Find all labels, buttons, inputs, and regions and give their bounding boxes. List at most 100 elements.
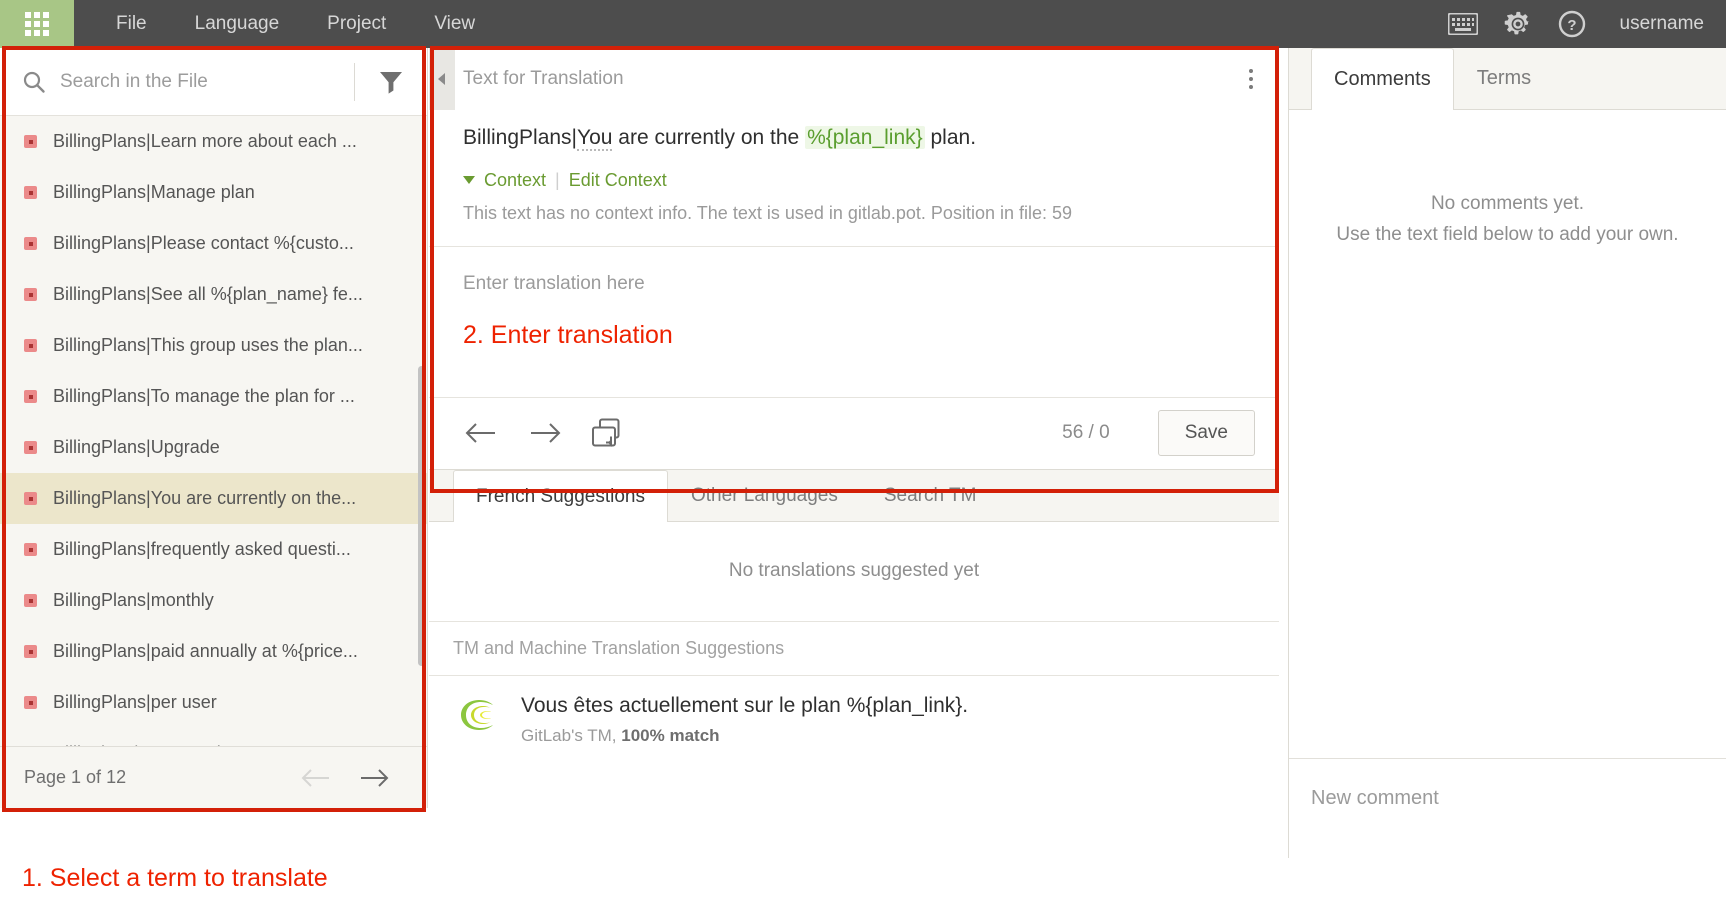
source-text-suffix: plan. (924, 126, 977, 149)
source-text: BillingPlans|You are currently on the %{… (429, 110, 1279, 154)
context-toggle-link[interactable]: Context (484, 170, 546, 191)
help-icon[interactable]: ? (1558, 10, 1586, 38)
term-list[interactable]: BillingPlans|Learn more about each ... B… (0, 116, 427, 746)
term-label: BillingPlans|This group uses the plan... (53, 335, 363, 355)
list-item[interactable]: BillingPlans|Upgrade (0, 422, 427, 473)
svg-text:?: ? (1567, 17, 1576, 34)
list-item[interactable]: BillingPlans|This group uses the plan... (0, 320, 427, 371)
list-item[interactable]: BillingPlans|frequently asked questi... (0, 524, 427, 575)
term-list-scrollbar[interactable] (418, 366, 425, 666)
menu-item-language[interactable]: Language (171, 0, 304, 48)
source-header: Text for Translation (429, 48, 1279, 110)
tab-french-suggestions[interactable]: French Suggestions (453, 469, 668, 522)
list-item-selected[interactable]: BillingPlans|You are currently on the... (0, 473, 427, 524)
source-text-block: Text for Translation BillingPlans|You ar… (429, 48, 1279, 247)
suggestions-empty-message: No translations suggested yet (429, 522, 1279, 622)
untranslated-status-icon (24, 237, 37, 250)
menu-item-file[interactable]: File (92, 0, 171, 48)
save-button[interactable]: Save (1157, 410, 1255, 456)
translation-input[interactable]: Enter translation here 2. Enter translat… (429, 246, 1279, 397)
tm-suggestion-text: Vous êtes actuellement sur le plan %{pla… (521, 693, 969, 717)
source-text-middle: are currently on the (612, 126, 806, 149)
chevron-left-icon[interactable] (429, 48, 455, 110)
next-page-button[interactable] (345, 766, 403, 790)
untranslated-status-icon (24, 390, 37, 403)
tm-match-percent: 100% match (621, 725, 720, 745)
menu-item-view[interactable]: View (410, 0, 499, 48)
list-item[interactable]: BillingPlans|To manage the plan for ... (0, 371, 427, 422)
term-label: BillingPlans|To manage the plan for ... (53, 386, 355, 406)
tab-search-tm[interactable]: Search TM (861, 469, 1000, 521)
term-label: BillingPlans|paid annually at %{price... (53, 641, 358, 661)
list-item[interactable]: BillingPlans|Please contact %{custo... (0, 218, 427, 269)
chevron-down-icon[interactable] (463, 176, 475, 184)
tab-comments[interactable]: Comments (1311, 48, 1454, 110)
translation-editor-app: File Language Project View ? username Se… (0, 0, 1726, 902)
edit-context-link[interactable]: Edit Context (569, 170, 667, 191)
tm-section-header: TM and Machine Translation Suggestions (429, 622, 1279, 676)
tab-other-languages[interactable]: Other Languages (668, 469, 861, 521)
tm-source-name: GitLab's TM, (521, 725, 617, 745)
grid-apps-icon[interactable] (0, 0, 74, 48)
untranslated-status-icon (24, 645, 37, 658)
untranslated-status-icon (24, 594, 37, 607)
term-label: BillingPlans|Learn more about each ... (53, 131, 357, 151)
previous-page-button[interactable] (287, 766, 345, 790)
search-input[interactable] (60, 70, 354, 93)
menu-item-project[interactable]: Project (303, 0, 410, 48)
new-comment-placeholder: New comment (1311, 787, 1439, 809)
untranslated-status-icon (24, 186, 37, 199)
page-indicator: Page 1 of 12 (24, 767, 127, 787)
term-label: BillingPlans|Upgrade (53, 437, 220, 457)
keyboard-icon[interactable] (1447, 13, 1478, 35)
comments-panel: Comments Terms No comments yet. Use the … (1288, 48, 1726, 858)
username-label[interactable]: username (1620, 13, 1705, 35)
term-label: BillingPlans|Please contact %{custo... (53, 233, 354, 253)
source-text-prefix: BillingPlans| (463, 126, 578, 149)
suggestions-panel: French Suggestions Other Languages Searc… (429, 468, 1279, 858)
suggestions-tabbar: French Suggestions Other Languages Searc… (429, 469, 1279, 522)
term-label: BillingPlans|frequently asked questi... (53, 539, 351, 559)
comments-empty-line-2: Use the text field below to add your own… (1336, 224, 1679, 246)
untranslated-status-icon (24, 696, 37, 709)
top-navigation-bar: File Language Project View ? username (0, 0, 1726, 48)
tab-terms[interactable]: Terms (1454, 47, 1554, 109)
topbar-actions: ? username (1447, 0, 1726, 48)
tm-suggestion-content: Vous êtes actuellement sur le plan %{pla… (521, 694, 968, 746)
source-panel-title: Text for Translation (463, 68, 624, 89)
copy-source-icon[interactable] (591, 417, 623, 449)
comments-tabbar: Comments Terms (1289, 48, 1726, 110)
list-item[interactable]: BillingPlans|paid annually at %{price... (0, 626, 427, 677)
untranslated-status-icon (24, 339, 37, 352)
pagination-bar: Page 1 of 12 (0, 746, 427, 808)
list-item[interactable]: BillingPlans|per user (0, 677, 427, 728)
list-item[interactable]: BillingPlans|monthly (0, 575, 427, 626)
term-label: BillingPlans|per user (53, 692, 217, 712)
list-item[interactable]: BillingPlans|Manage plan (0, 167, 427, 218)
list-item[interactable]: BillingPlans|See all %{plan_name} fe... (0, 269, 427, 320)
annotation-step-1: 1. Select a term to translate (22, 864, 328, 892)
more-vertical-icon[interactable] (1241, 63, 1261, 95)
list-item[interactable]: BillingPlans|Learn more about each ... (0, 116, 427, 167)
gear-icon[interactable] (1504, 10, 1532, 38)
translation-workspace: Text for Translation BillingPlans|You ar… (429, 48, 1279, 858)
term-label: BillingPlans|monthly (53, 590, 214, 610)
next-string-button[interactable] (527, 420, 563, 446)
new-comment-input[interactable]: New comment (1289, 758, 1726, 858)
search-icon (22, 70, 46, 94)
comments-empty-line-1: No comments yet. (1430, 193, 1585, 214)
grid-apps-glyph (25, 12, 49, 36)
funnel-filter-icon[interactable] (355, 69, 427, 95)
untranslated-status-icon (24, 135, 37, 148)
annotation-step-2: 2. Enter translation (463, 320, 673, 349)
search-bar (0, 48, 427, 116)
list-item[interactable]: Billinglans|Downgrade (0, 728, 427, 746)
character-counter: 56 / 0 (1062, 422, 1110, 443)
source-text-underlined: You (577, 126, 613, 151)
tm-suggestion-row[interactable]: Vous êtes actuellement sur le plan %{pla… (429, 676, 1279, 766)
term-label: BillingPlans|Manage plan (53, 182, 255, 202)
untranslated-status-icon (24, 288, 37, 301)
main-menu: File Language Project View (74, 0, 499, 48)
previous-string-button[interactable] (463, 420, 499, 446)
